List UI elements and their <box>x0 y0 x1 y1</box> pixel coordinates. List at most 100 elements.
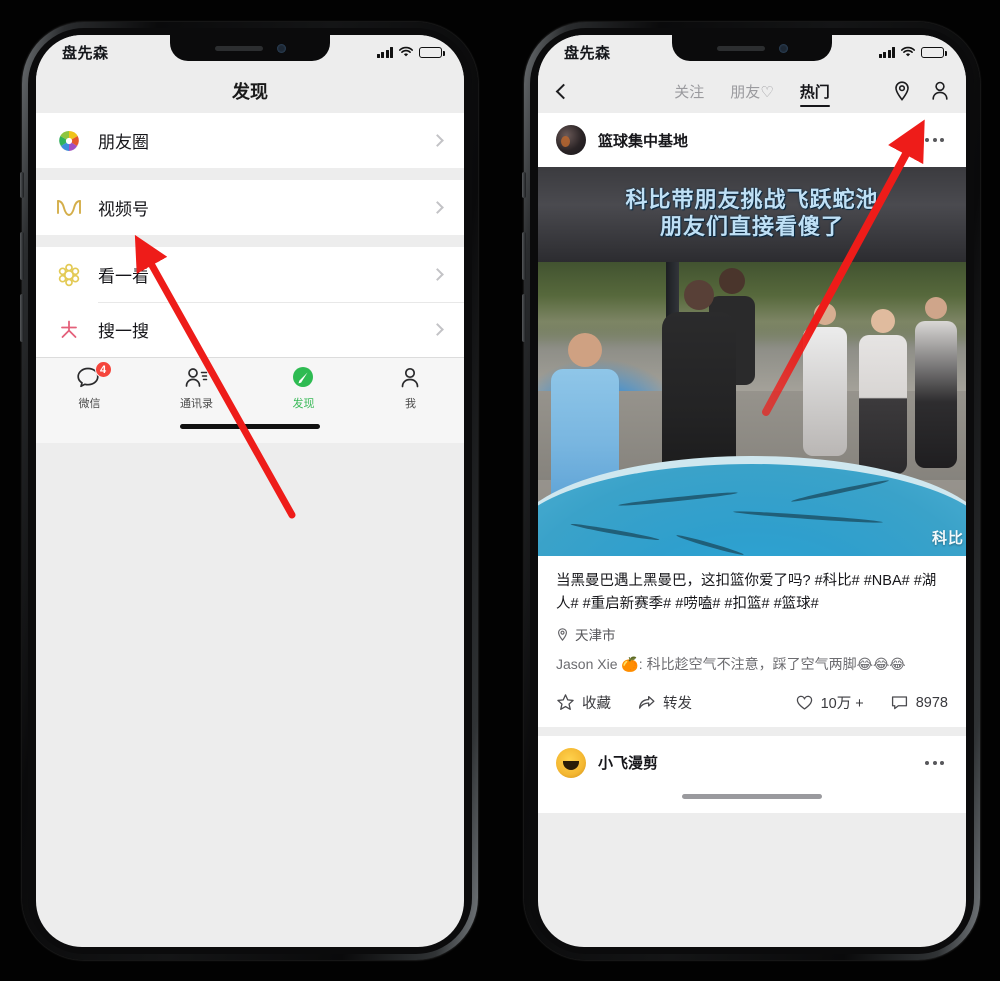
video-caption: 科比带朋友挑战飞跃蛇池 朋友们直接看傻了 <box>538 187 966 241</box>
front-camera <box>778 43 788 53</box>
sidebar-item-channels[interactable]: 视频号 <box>36 180 464 235</box>
phone-left-screen: 盘先森 发现 朋友圈 视频号 看一看 搜一搜 4 微信 通讯录 发现 我 <box>36 35 464 947</box>
cellular-bars-icon <box>376 46 393 58</box>
nav-right-icons <box>892 80 950 102</box>
more-dots-icon[interactable] <box>925 760 948 765</box>
like-button[interactable]: 10万 + <box>795 692 864 713</box>
tab-discover[interactable]: 发现 <box>250 366 357 411</box>
discover-compass-icon <box>290 366 318 392</box>
video-caption-line2: 朋友们直接看傻了 <box>659 213 844 239</box>
comment-button[interactable]: 8978 <box>890 693 948 712</box>
sidebar-item-search[interactable]: 搜一搜 <box>36 302 464 357</box>
heart-icon <box>796 695 812 710</box>
chevron-right-icon <box>431 268 444 281</box>
post-body: 当黑曼巴遇上黑曼巴，这扣篮你爱了吗? #科比# #NBA# #湖人# #重启新赛… <box>538 556 966 728</box>
tab-me[interactable]: 我 <box>357 366 464 411</box>
volume-down-button[interactable] <box>20 294 24 342</box>
bystander-figure <box>803 303 848 457</box>
search-sparkle-icon <box>56 317 82 343</box>
kobe-figure <box>662 279 737 486</box>
tab-wechat[interactable]: 4 微信 <box>36 361 143 411</box>
battery-icon <box>419 46 445 58</box>
tab-label: 通讯录 <box>180 398 213 410</box>
like-group: 10万 + 8978 <box>795 692 948 713</box>
post-actions: 收藏 转发 10万 + 8978 <box>556 676 948 727</box>
sidebar-item-moments[interactable]: 朋友圈 <box>36 113 464 168</box>
mute-switch[interactable] <box>20 172 24 198</box>
wifi-icon <box>399 46 413 57</box>
tab-label: 朋友♡ <box>730 84 774 101</box>
moments-icon <box>56 128 82 154</box>
screenshot-stage: 盘先森 发现 朋友圈 视频号 看一看 搜一搜 4 微信 通讯录 发现 我 盘先森… <box>0 0 1000 981</box>
battery-icon <box>921 46 947 58</box>
more-dots-icon[interactable] <box>925 138 948 142</box>
list-separator <box>36 168 464 180</box>
channels-icon <box>56 195 82 221</box>
volume-down-button[interactable] <box>522 294 526 342</box>
avatar-basketball[interactable] <box>556 125 586 155</box>
post-author-name[interactable]: 篮球集中基地 <box>598 130 913 151</box>
status-icons <box>878 46 947 58</box>
favorite-label: 收藏 <box>582 696 611 713</box>
sidebar-item-top-stories[interactable]: 看一看 <box>36 247 464 302</box>
star-icon <box>557 694 574 711</box>
location-pin-icon <box>558 628 567 641</box>
discover-group-2: 视频号 <box>36 180 464 235</box>
comment-count: 8978 <box>915 694 948 711</box>
location-pin-icon[interactable] <box>892 80 912 102</box>
person-icon <box>397 366 425 392</box>
comment-bubble-icon <box>891 696 907 710</box>
home-indicator[interactable] <box>36 419 464 443</box>
bystander-figure <box>859 309 907 474</box>
chevron-right-icon <box>431 134 444 147</box>
post-separator <box>538 727 966 736</box>
tab-contacts[interactable]: 通讯录 <box>143 366 250 411</box>
next-post-header: 小飞漫剪 <box>538 735 966 790</box>
mute-switch[interactable] <box>522 172 526 198</box>
chat-bubble-icon: 4 <box>76 361 112 392</box>
forward-label: 转发 <box>663 696 692 713</box>
status-carrier: 盘先森 <box>62 44 109 62</box>
tab-hot[interactable]: 热门 <box>799 81 830 107</box>
wifi-icon <box>901 46 915 57</box>
next-post-author-name[interactable]: 小飞漫剪 <box>598 752 913 773</box>
channels-nav-bar: 关注 朋友♡ 热门 <box>538 69 966 113</box>
tab-friends[interactable]: 朋友♡ <box>730 81 773 107</box>
notch <box>170 35 330 61</box>
tab-label: 关注 <box>674 84 705 101</box>
cellular-bars-icon <box>878 46 895 58</box>
sidebar-item-label: 朋友圈 <box>98 133 149 152</box>
chevron-right-icon <box>431 201 444 214</box>
discover-group-3: 看一看 搜一搜 <box>36 247 464 357</box>
bottom-tab-bar: 4 微信 通讯录 发现 我 <box>36 357 464 419</box>
status-carrier: 盘先森 <box>564 44 611 62</box>
sidebar-item-label: 看一看 <box>98 267 149 286</box>
video-caption-line1: 科比带朋友挑战飞跃蛇池 <box>625 187 879 212</box>
post-video[interactable]: 科比带朋友挑战飞跃蛇池 朋友们直接看傻了 科比 <box>538 167 966 556</box>
bystander-figure <box>914 297 957 468</box>
volume-up-button[interactable] <box>20 232 24 280</box>
post-top-comment[interactable]: Jason Xie 🍊: 科比趁空气不注意，踩了空气两脚😂😂😂 <box>556 654 948 676</box>
phone-right-screen: 盘先森 关注 朋友♡ 热门 篮球集中基地 科比带朋友挑战飞跃蛇池 朋友们直接看傻… <box>538 35 966 947</box>
tab-label: 我 <box>405 398 416 410</box>
home-indicator[interactable] <box>538 789 966 814</box>
status-icons <box>376 46 445 58</box>
sidebar-item-label: 搜一搜 <box>98 322 149 341</box>
volume-up-button[interactable] <box>522 232 526 280</box>
favorite-button[interactable]: 收藏 <box>556 692 611 713</box>
share-arrow-icon <box>638 696 655 709</box>
tab-label: 微信 <box>78 398 101 410</box>
chevron-right-icon <box>431 323 444 336</box>
discover-group-1: 朋友圈 <box>36 113 464 168</box>
forward-button[interactable]: 转发 <box>637 692 692 713</box>
video-watermark: 科比 <box>931 530 964 547</box>
avatar-smiley[interactable] <box>556 747 586 778</box>
post-description: 当黑曼巴遇上黑曼巴，这扣篮你爱了吗? #科比# #NBA# #湖人# #重启新赛… <box>556 573 937 613</box>
back-chevron-icon[interactable] <box>555 83 572 99</box>
tab-following[interactable]: 关注 <box>674 81 704 107</box>
earpiece-speaker <box>214 45 263 51</box>
tab-label: 发现 <box>292 398 315 410</box>
post-location[interactable]: 天津市 <box>556 624 948 644</box>
front-camera <box>276 43 286 53</box>
person-icon[interactable] <box>930 80 950 102</box>
